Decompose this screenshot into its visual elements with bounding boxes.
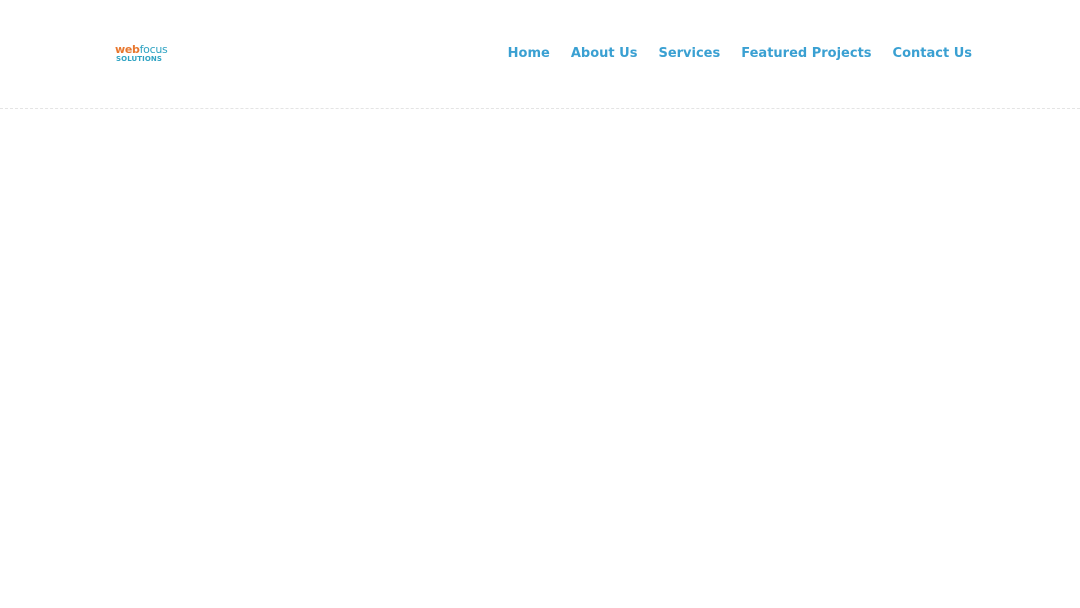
nav-link-contact-us[interactable]: Contact Us	[893, 44, 972, 64]
main-nav: Home About Us Services Featured Projects…	[508, 44, 972, 64]
nav-link-home[interactable]: Home	[508, 44, 550, 64]
site-logo[interactable]: webfocus SOLUTIONS	[115, 43, 175, 67]
nav-link-about-us[interactable]: About Us	[571, 44, 638, 64]
site-header: webfocus SOLUTIONS Home About Us Service…	[0, 0, 1080, 109]
nav-link-featured-projects[interactable]: Featured Projects	[741, 44, 871, 64]
nav-link-services[interactable]: Services	[658, 44, 720, 64]
page: webfocus SOLUTIONS Home About Us Service…	[0, 0, 1080, 608]
main-content	[0, 110, 1080, 608]
logo-word-solutions: SOLUTIONS	[116, 55, 163, 63]
